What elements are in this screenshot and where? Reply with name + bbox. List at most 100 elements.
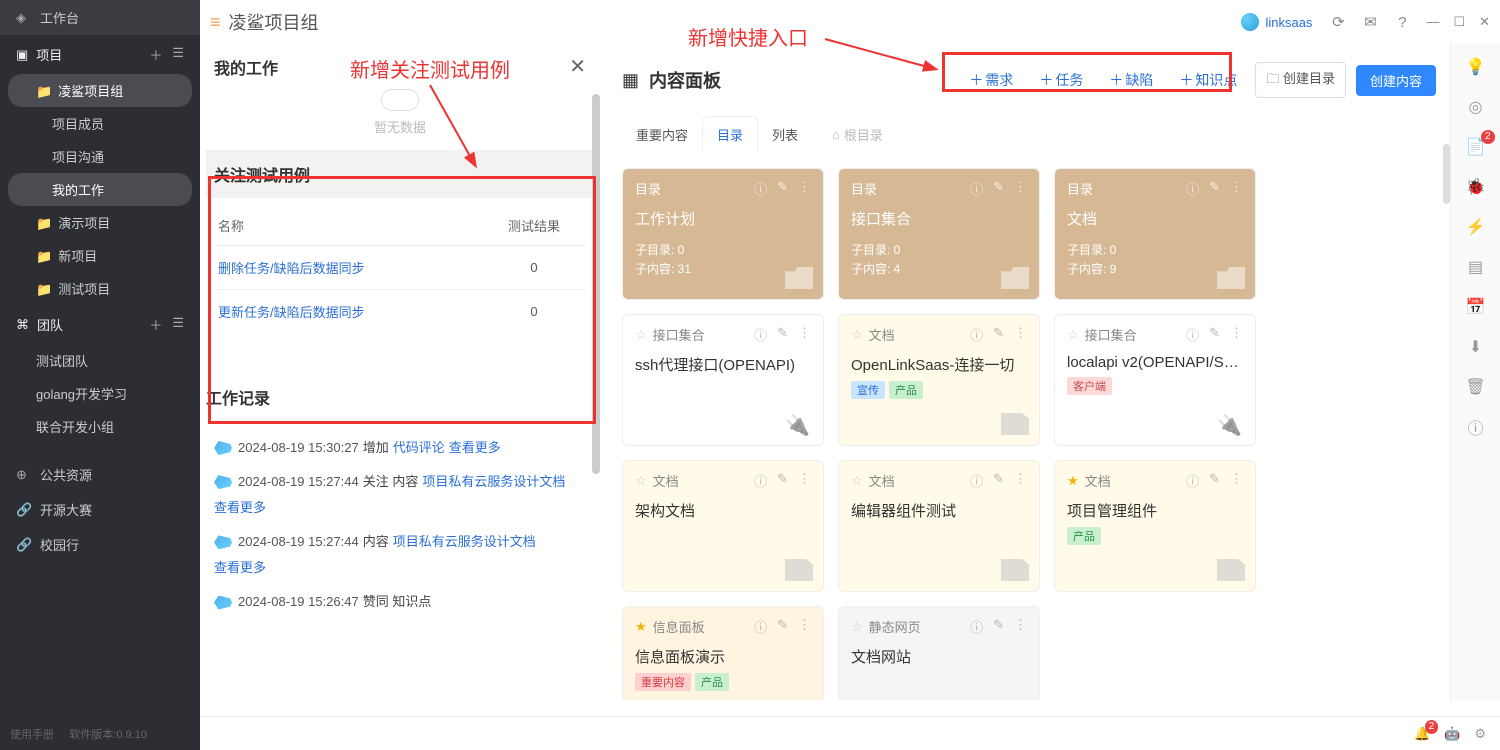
refresh-icon[interactable]: ⟳ [1325,9,1351,35]
bell-icon[interactable]: 🔔2 [1414,726,1430,742]
maximize-icon[interactable]: ☐ [1453,14,1465,30]
edit-icon[interactable]: ✎ [993,325,1004,344]
content-card[interactable]: ★ 文档 ⓘ✎⋮ 项目管理组件 产品 [1054,460,1256,592]
edit-icon[interactable]: ✎ [777,325,788,344]
tab-directory[interactable]: 目录 [702,116,758,153]
content-card[interactable]: ☆ 文档 ⓘ✎⋮ 编辑器组件测试 [838,460,1040,592]
star-icon[interactable]: ☆ [635,473,647,489]
content-card[interactable]: 目录 ⓘ✎⋮ 工作计划 子目录: 0子内容: 31 [622,168,824,300]
sidebar-project-lingsha[interactable]: 📁凌鲨项目组 [8,74,192,107]
server-icon[interactable]: ▤ [1465,256,1487,278]
sidebar-item-comm[interactable]: 项目沟通 [0,140,200,173]
quick-add-requirement[interactable]: ＋需求 [961,66,1021,94]
download-icon[interactable]: ⬇ [1465,336,1487,358]
edit-icon[interactable]: ✎ [777,179,788,198]
test-link[interactable]: 删除任务/缺陷后数据同步 [218,261,365,276]
content-card[interactable]: ☆ 接口集合 ⓘ✎⋮ ssh代理接口(OPENAPI) [622,314,824,446]
tab-list[interactable]: 列表 [758,117,812,152]
bolt-icon[interactable]: ⚡ [1465,216,1487,238]
close-icon[interactable]: ✕ [1479,14,1490,30]
content-card[interactable]: ★ 信息面板 ⓘ✎⋮ 信息面板演示 重要内容产品 [622,606,824,700]
sidebar-opensource[interactable]: 🔗开源大赛 [0,492,200,527]
info-icon[interactable]: ⓘ [1186,471,1199,490]
list-icon[interactable]: ☰ [172,315,184,334]
more-icon[interactable]: ⋮ [1230,179,1243,198]
close-panel-icon[interactable]: ✕ [569,54,586,79]
tab-important[interactable]: 重要内容 [622,117,702,152]
content-card[interactable]: ☆ 文档 ⓘ✎⋮ OpenLinkSaas-连接一切 宣传产品 [838,314,1040,446]
sidebar-school[interactable]: 🔗校园行 [0,527,200,562]
more-icon[interactable]: ⋮ [1014,617,1027,636]
create-dir-button[interactable]: 🗀 创建目录 [1255,62,1346,98]
star-icon[interactable]: ★ [1067,473,1079,489]
info-icon[interactable]: ⓘ [1186,325,1199,344]
manual-link[interactable]: 使用手册 [10,729,54,741]
star-icon[interactable]: ☆ [1067,327,1079,343]
content-card[interactable]: ☆ 静态网页 ⓘ✎⋮ 文档网站 [838,606,1040,700]
breadcrumb[interactable]: ⌂根目录 [832,125,883,144]
star-icon[interactable]: ☆ [635,327,647,343]
content-card[interactable]: 目录 ⓘ✎⋮ 文档 子目录: 0子内容: 9 [1054,168,1256,300]
log-more[interactable]: 查看更多 [426,618,478,621]
edit-icon[interactable]: ✎ [777,617,788,636]
content-card[interactable]: 目录 ⓘ✎⋮ 接口集合 子目录: 0子内容: 4 [838,168,1040,300]
log-link[interactable]: 项目私有云服务设计文档 [393,531,536,553]
more-icon[interactable]: ⋮ [798,179,811,198]
help-icon[interactable]: ? [1389,9,1415,35]
sidebar-workbench[interactable]: ◈ 工作台 [0,0,200,35]
more-icon[interactable]: ⋮ [1230,325,1243,344]
info-icon[interactable]: ⓘ [754,471,767,490]
edit-icon[interactable]: ✎ [1209,179,1220,198]
quick-add-knowledge[interactable]: ＋知识点 [1171,66,1245,94]
list-icon[interactable]: ☰ [172,45,184,64]
edit-icon[interactable]: ✎ [777,471,788,490]
star-icon[interactable]: ★ [635,619,647,635]
doc-icon[interactable]: 📄2 [1465,136,1487,158]
gear-icon[interactable]: ⚙ [1474,726,1486,742]
robot-icon[interactable]: 🤖 [1444,726,1460,742]
bulb-icon[interactable]: 💡 [1465,56,1487,78]
info-icon[interactable]: ⓘ [754,179,767,198]
content-card[interactable]: ☆ 接口集合 ⓘ✎⋮ localapi v2(OPENAPI/SWAGGER) … [1054,314,1256,446]
sidebar-project-test[interactable]: 📁测试项目 [0,272,200,305]
quick-add-bug[interactable]: ＋缺陷 [1101,66,1161,94]
info-icon[interactable]: ⓘ [970,179,983,198]
hamburger-icon[interactable]: ≡ [210,12,221,33]
star-icon[interactable]: ☆ [851,619,863,635]
more-icon[interactable]: ⋮ [798,471,811,490]
info-icon[interactable]: ⓘ [1186,179,1199,198]
edit-icon[interactable]: ✎ [993,179,1004,198]
sidebar-section-projects[interactable]: ▣项目 ＋☰ [0,35,200,74]
sidebar-item-members[interactable]: 项目成员 [0,107,200,140]
log-more[interactable]: 查看更多 [214,497,266,519]
more-icon[interactable]: ⋮ [1014,179,1027,198]
log-more[interactable]: 查看更多 [214,557,266,579]
scrollbar[interactable] [1443,144,1450,204]
info-icon[interactable]: ⓘ [970,471,983,490]
edit-icon[interactable]: ✎ [993,617,1004,636]
sidebar-project-demo[interactable]: 📁演示项目 [0,206,200,239]
edit-icon[interactable]: ✎ [1209,325,1220,344]
plus-icon[interactable]: ＋ [149,315,162,334]
mail-icon[interactable]: ✉ [1357,9,1383,35]
quick-add-task[interactable]: ＋任务 [1031,66,1091,94]
sidebar-item-mywork[interactable]: 我的工作 [8,173,192,206]
content-card[interactable]: ☆ 文档 ⓘ✎⋮ 架构文档 [622,460,824,592]
more-icon[interactable]: ⋮ [798,325,811,344]
calendar-icon[interactable]: 📅 [1465,296,1487,318]
plus-icon[interactable]: ＋ [149,45,162,64]
info-icon[interactable]: ⓘ [970,617,983,636]
sidebar-public-res[interactable]: ⊕公共资源 [0,457,200,492]
star-icon[interactable]: ☆ [851,327,863,343]
test-link[interactable]: 更新任务/缺陷后数据同步 [218,305,365,320]
trash-icon[interactable]: 🗑 [1465,376,1487,398]
info-icon[interactable]: ⓘ [1465,416,1487,438]
location-icon[interactable]: ◎ [1465,96,1487,118]
sidebar-section-teams[interactable]: ⌘团队 ＋☰ [0,305,200,344]
star-icon[interactable]: ☆ [851,473,863,489]
sidebar-project-new[interactable]: 📁新项目 [0,239,200,272]
sidebar-team-2[interactable]: 联合开发小组 [0,410,200,443]
create-content-button[interactable]: 创建内容 [1356,65,1436,96]
info-icon[interactable]: ⓘ [754,325,767,344]
sidebar-team-1[interactable]: golang开发学习 [0,377,200,410]
